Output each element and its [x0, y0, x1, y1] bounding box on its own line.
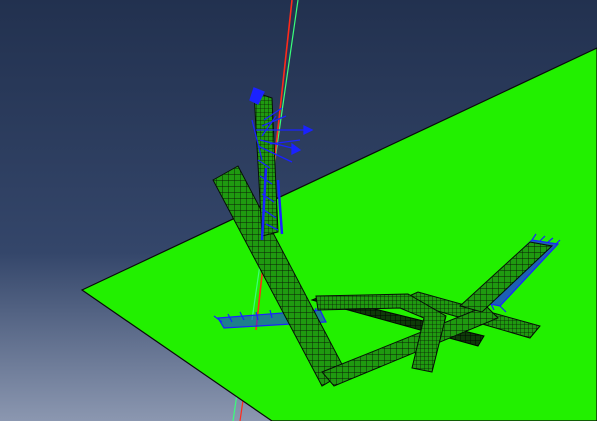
- model-view-canvas[interactable]: [0, 0, 597, 421]
- fea-3d-viewport[interactable]: [0, 0, 597, 421]
